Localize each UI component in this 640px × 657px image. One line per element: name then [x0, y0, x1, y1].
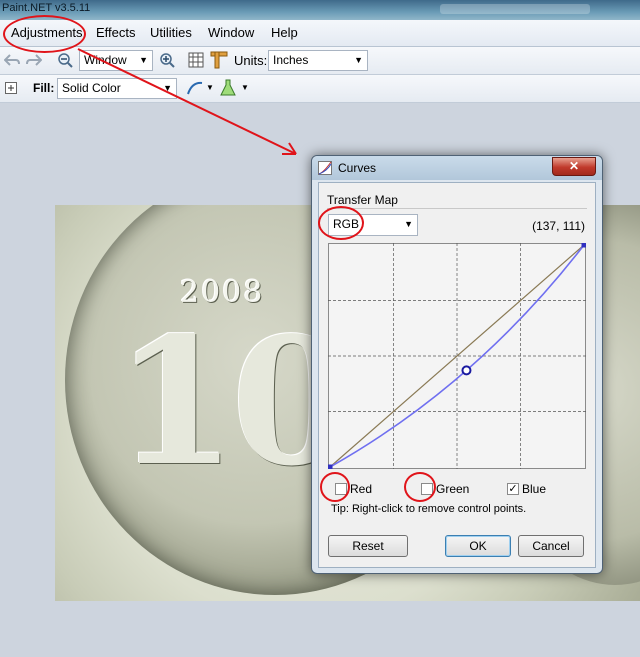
annotation-ellipse-green: [404, 472, 436, 502]
annotation-ellipse-rgb: [318, 206, 364, 240]
blue-checkbox[interactable]: ✓: [507, 483, 519, 495]
curve-endpoint-end[interactable]: [581, 243, 587, 248]
reset-button[interactable]: Reset: [328, 535, 408, 557]
curve-graph[interactable]: [328, 243, 586, 469]
close-icon: ✕: [568, 159, 580, 173]
chevron-down-icon: ▼: [404, 219, 413, 229]
tip-text: Tip: Right-click to remove control point…: [331, 503, 527, 515]
annotation-ellipse-adjustments: [3, 15, 86, 53]
transfer-map-label: Transfer Map: [327, 193, 398, 207]
checkmark-icon: ✓: [508, 483, 518, 495]
annotation-ellipse-red: [320, 472, 350, 502]
green-label: Green: [436, 482, 470, 496]
blue-label: Blue: [522, 482, 547, 496]
curves-icon: [318, 161, 332, 175]
ok-button[interactable]: OK: [445, 535, 511, 557]
curve-control-point[interactable]: [461, 365, 472, 376]
curve-endpoint-start[interactable]: [328, 464, 333, 470]
close-button[interactable]: ✕: [552, 157, 596, 176]
dialog-caption: Curves ✕: [312, 156, 602, 180]
coordinate-readout: (137, 111): [532, 219, 585, 233]
group-divider: [327, 208, 587, 209]
cancel-button[interactable]: Cancel: [518, 535, 584, 557]
dialog-body: Transfer Map RGB ▼ (137, 111) Red Green …: [318, 182, 596, 568]
dialog-title: Curves: [338, 161, 377, 175]
red-label: Red: [350, 482, 373, 496]
